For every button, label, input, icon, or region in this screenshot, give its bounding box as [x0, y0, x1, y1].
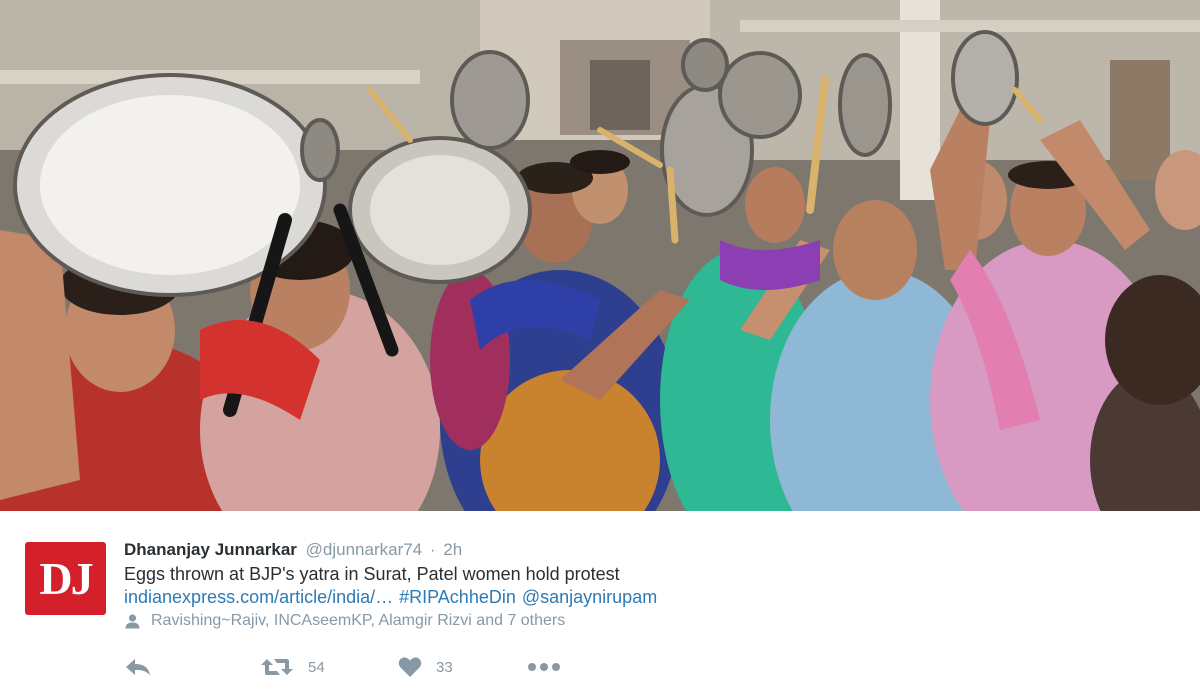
tweet-body: Dhananjay Junnarkar @djunnarkar74 · 2h E…	[124, 539, 1174, 632]
retweet-context[interactable]: Ravishing~Rajiv, INCAseemKP, Alamgir Riz…	[124, 610, 1174, 632]
tweet-text: Eggs thrown at BJP's yatra in Surat, Pat…	[124, 564, 620, 584]
hashtag-link[interactable]: #RIPAchheDin	[399, 587, 516, 607]
context-text: Ravishing~Rajiv, INCAseemKP, Alamgir Riz…	[151, 612, 566, 629]
header-separator: ·	[429, 540, 436, 559]
tweet-actions: 54 33	[124, 655, 724, 679]
avatar[interactable]: DJ	[25, 542, 106, 615]
retweet-icon	[261, 659, 293, 675]
article-link[interactable]: indianexpress.com/article/india/…	[124, 587, 393, 607]
reply-icon	[126, 659, 150, 675]
heart-icon	[398, 657, 422, 677]
avatar-logo-text: DJ	[39, 552, 93, 604]
person-icon	[125, 614, 140, 629]
reply-button[interactable]	[124, 655, 152, 679]
timestamp[interactable]: 2h	[443, 540, 462, 559]
tweet-photo[interactable]	[0, 0, 1200, 511]
like-count: 33	[436, 658, 453, 676]
retweet-count: 54	[308, 658, 325, 676]
tweet-header: Dhananjay Junnarkar @djunnarkar74 · 2h	[124, 539, 1174, 561]
screen-name[interactable]: @djunnarkar74	[306, 540, 423, 559]
more-button[interactable]	[527, 655, 561, 679]
like-button[interactable]: 33	[398, 655, 453, 679]
protest-photo-illustration	[0, 0, 1200, 511]
mention-link[interactable]: @sanjaynirupam	[522, 587, 657, 607]
tweet: DJ Dhananjay Junnarkar @djunnarkar74 · 2…	[0, 511, 1200, 700]
more-icon	[528, 663, 560, 671]
display-name[interactable]: Dhananjay Junnarkar	[124, 540, 297, 559]
tweet-links: indianexpress.com/article/india/… #RIPAch…	[124, 586, 1174, 609]
retweet-button[interactable]: 54	[260, 655, 325, 679]
